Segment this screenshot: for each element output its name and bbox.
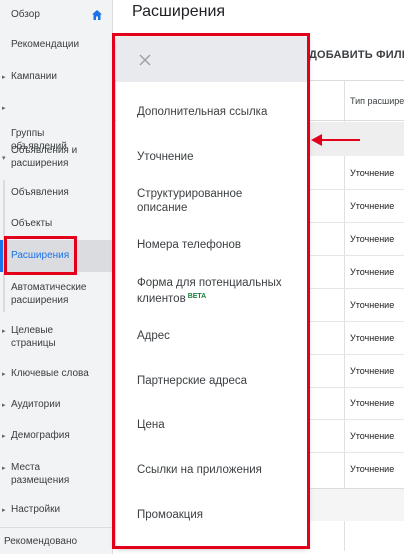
sidebar-item-overview[interactable]: Обзор	[0, 8, 112, 24]
row-divider	[310, 354, 404, 355]
sidebar-item-ads[interactable]: Объявления	[0, 186, 112, 202]
sidebar-item-label: Демография	[11, 430, 70, 441]
sidebar-item-automatic-extensions[interactable]: Автоматические расширения	[0, 281, 112, 309]
row-divider	[310, 321, 404, 322]
sidebar-item-label: Аудитории	[11, 399, 61, 410]
table-cell: Уточнение	[350, 267, 395, 277]
chevron-right-icon: ▸	[2, 105, 6, 112]
chevron-down-icon: ▾	[2, 155, 6, 162]
table-cell: Уточнение	[350, 464, 395, 474]
chevron-right-icon: ▸	[2, 465, 6, 472]
sidebar-item-assets[interactable]: Объекты	[0, 217, 112, 233]
sidebar-item-keywords[interactable]: ▸ Ключевые слова	[0, 367, 112, 383]
annotation-highlight-menu	[112, 33, 310, 549]
sidebar-item-label: Места размещения	[11, 462, 70, 486]
page-title: Расширения	[132, 3, 226, 20]
sidebar-item-settings[interactable]: ▸ Настройки	[0, 503, 112, 519]
row-divider	[310, 419, 404, 420]
sidebar-item-label: Целевые страницы	[11, 325, 56, 349]
sidebar-item-ad-groups[interactable]: ▸ Группы объявлений	[0, 101, 112, 152]
table-cell: Уточнение	[350, 431, 395, 441]
sidebar-item-recommendations[interactable]: Рекомендации	[0, 38, 112, 54]
sidebar-item-label: Кампании	[11, 71, 57, 82]
chevron-right-icon: ▸	[2, 371, 6, 378]
row-divider	[310, 255, 404, 256]
sidebar-item-label: Ключевые слова	[11, 368, 89, 379]
sidebar-item-label: Обзор	[11, 9, 40, 20]
sidebar: Обзор Рекомендации ▸ Кампании ▸ Группы о…	[0, 0, 113, 554]
sidebar-item-label: Объекты	[11, 218, 53, 229]
row-divider	[310, 288, 404, 289]
table-cell: Уточнение	[350, 398, 395, 408]
annotation-arrow-head	[311, 134, 322, 146]
annotation-arrow-line	[320, 139, 360, 141]
chevron-right-icon: ▸	[2, 74, 6, 81]
sidebar-footer[interactable]: Рекомендовано	[0, 527, 112, 547]
sidebar-item-campaigns[interactable]: ▸ Кампании	[0, 70, 112, 86]
sidebar-item-label: Объявления и расширения	[11, 145, 78, 169]
annotation-highlight-extensions	[4, 236, 77, 275]
sidebar-footer-label: Рекомендовано	[4, 536, 78, 547]
sidebar-item-label: Автоматические расширения	[11, 282, 87, 306]
row-divider	[310, 452, 404, 453]
table-cell: Уточнение	[350, 201, 395, 211]
chevron-right-icon: ▸	[2, 507, 6, 514]
row-divider	[310, 189, 404, 190]
table-cell: Уточнение	[350, 300, 395, 310]
chevron-right-icon: ▸	[2, 433, 6, 440]
row-divider	[310, 222, 404, 223]
table-cell: Уточнение	[350, 333, 395, 343]
sidebar-item-demographics[interactable]: ▸ Демография	[0, 429, 112, 445]
sidebar-item-placements[interactable]: ▸ Места размещения	[0, 461, 112, 489]
sidebar-item-label: Объявления	[11, 187, 69, 198]
sidebar-item-label: Рекомендации	[11, 39, 80, 50]
sidebar-item-audiences[interactable]: ▸ Аудитории	[0, 398, 112, 414]
table-cell: Уточнение	[350, 366, 395, 376]
add-filter-button[interactable]: ДОБАВИТЬ ФИЛЬТР	[309, 49, 404, 61]
table-cell: Уточнение	[350, 168, 395, 178]
home-icon	[92, 10, 102, 20]
sidebar-item-label: Настройки	[11, 504, 61, 515]
sidebar-item-ads-extensions[interactable]: ▾ Объявления и расширения	[0, 144, 112, 172]
chevron-right-icon: ▸	[2, 402, 6, 409]
row-divider	[310, 387, 404, 388]
chevron-right-icon: ▸	[2, 328, 6, 335]
table-cell: Уточнение	[350, 234, 395, 244]
column-header-extension-type[interactable]: Тип расширения	[350, 96, 404, 106]
sidebar-item-landing-pages[interactable]: ▸ Целевые страницы	[0, 324, 112, 352]
summary-row	[310, 488, 404, 521]
active-indicator	[0, 240, 3, 272]
